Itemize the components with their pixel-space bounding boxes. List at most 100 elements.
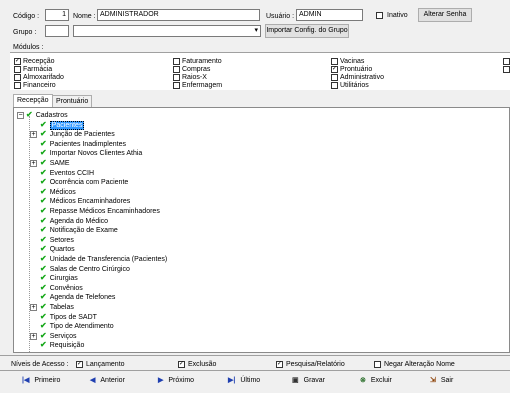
nav-label: Gravar [303,377,326,384]
check-icon: ✔ [40,340,47,350]
usuario-field[interactable]: ADMIN [296,9,363,21]
modulo-checkbox-faturamento[interactable] [173,58,180,65]
tree-item-label: Convênios [49,284,83,292]
nav-label: Excluir [370,377,392,384]
tree-item-label: Ocorrência com Paciente [49,179,129,187]
modulo-checkbox-patr[interactable] [503,58,510,65]
tree-item-label: SAME [49,160,70,167]
nome-field[interactable]: ADMINISTRADOR [97,9,260,21]
modulo-label-enfermagem: Enfermagem [182,82,223,89]
tree-item-label: Requisição [49,342,85,350]
tree-item-repasse-medicos-encaminhadores[interactable]: ✔ Repasse Médicos Encaminhadores [40,206,160,216]
inativo-checkbox[interactable] [376,12,383,19]
sair-button[interactable]: ⇲ Sair [430,375,453,386]
check-icon: ✔ [40,244,47,254]
niveis-acesso-label: Níveis de Acesso : [11,361,69,368]
excluir-button[interactable]: ⊗ Excluir [360,375,392,386]
check-icon: ✔ [40,119,47,129]
tree-item-label: Tipo de Atendimento [49,323,114,331]
acesso-checkbox-exclusao[interactable]: ✓ [178,361,185,368]
modulo-checkbox-financeiro[interactable] [14,82,21,89]
ultimo-button[interactable]: ▶| Último [228,375,260,386]
tree-guide-line [29,116,30,352]
expand-icon[interactable]: + [30,131,37,139]
tree-item-eventos-ccih[interactable]: ✔ Eventos CCIH [40,168,94,178]
tab-recepcao[interactable]: Recepção [13,94,53,108]
check-icon: ✔ [40,263,47,273]
nav-label: Primeiro [34,377,61,384]
modulo-checkbox-farmacia[interactable] [14,66,21,73]
primeiro-button[interactable]: |◀ Primeiro [22,375,60,386]
importar-config-button[interactable]: Importar Config. do Grupo [265,24,349,38]
tree-item-salas-de-centro-cirurgico[interactable]: ✔ Salas de Centro Cirúrgico [40,264,130,274]
tree-item-label: Setores [49,236,74,244]
grupo-code-field[interactable] [45,25,69,37]
tree-item-cadastros[interactable]: − ✔ Cadastros [17,110,68,120]
acesso-label-lancamento: Lançamento [86,361,125,368]
acesso-checkbox-negar-alteracao-nome[interactable] [374,361,381,368]
modulo-checkbox-vacinas[interactable] [331,58,338,65]
modulo-checkbox-raios-x[interactable] [173,74,180,81]
tree-item-servicos[interactable]: + ✔ Serviços [30,331,77,341]
tree-item-label: Pacientes Inadimplentes [49,140,126,148]
check-icon: ✔ [40,292,47,302]
modulo-checkbox-che[interactable] [503,66,510,73]
expand-icon[interactable]: + [30,304,37,311]
modulo-checkbox-utilitarios[interactable] [331,82,338,89]
alterar-senha-button[interactable]: Alterar Senha [418,8,472,22]
modulo-checkbox-administrativo[interactable] [331,74,338,81]
tree-item-juncao-de-pacientes[interactable]: + ✔ Junção de Pacientes [30,129,115,139]
previous-icon: ◀ [90,377,96,384]
check-icon: ✔ [40,196,47,206]
acesso-checkbox-pesquisa-relatorio[interactable]: ✓ [276,361,283,368]
tree-item-tipos-de-sadt[interactable]: ✔ Tipos de SADT [40,312,97,322]
check-icon: ✔ [40,302,47,311]
acesso-label-pesquisa-relatorio: Pesquisa/Relatório [286,361,345,368]
tree-item-requisicao[interactable]: ✔ Requisição [40,340,84,350]
usuario-label: Usuário : [266,13,295,20]
tree-item-unidade-de-transferencia-pacientes[interactable]: ✔ Unidade de Transferencia (Pacientes) [40,254,167,264]
tree-item-label: Médicos Encaminhadores [49,198,131,206]
tree-item-tipo-de-atendimento[interactable]: ✔ Tipo de Atendimento [40,321,114,331]
collapse-icon[interactable]: − [17,112,24,119]
check-icon: ✔ [40,158,47,167]
modulo-checkbox-enfermagem[interactable] [173,82,180,89]
tree-item-same[interactable]: + ✔ SAME [30,158,70,168]
divider [0,355,510,356]
grupo-select[interactable]: ▾ [73,25,261,37]
modulo-checkbox-almoxarifado[interactable] [14,74,21,81]
expand-icon[interactable]: + [30,332,37,340]
expand-icon[interactable]: + [30,160,37,167]
modulo-checkbox-prontuario[interactable]: ✓ [331,66,338,73]
tree-item-setores[interactable]: ✔ Setores [40,235,74,245]
tree-item-convenios[interactable]: ✔ Convênios [40,283,83,293]
tree-item-pacientes-inadimplentes[interactable]: ✔ Pacientes Inadimplentes [40,139,126,149]
codigo-field[interactable]: 1 [45,9,69,21]
tree-item-medicos-encaminhadores[interactable]: ✔ Médicos Encaminhadores [40,196,130,206]
tree-item-medicos[interactable]: ✔ Médicos [40,187,76,197]
modulo-checkbox-recepcao[interactable]: ✓ [14,58,21,65]
grupo-label: Grupo : [13,29,37,36]
tree-item-label: Eventos CCIH [49,169,95,177]
tree-item-agenda-de-telefones[interactable]: ✔ Agenda de Telefones [40,292,115,302]
tree-item-label: Tabelas [49,304,74,311]
acesso-checkbox-lancamento[interactable]: ✓ [76,361,83,368]
tree-item-cirurgias[interactable]: ✔ Cirurgias [40,273,78,283]
modulo-checkbox-compras[interactable] [173,66,180,73]
tree-item-label: Repasse Médicos Encaminhadores [49,208,160,215]
anterior-button[interactable]: ◀ Anterior [90,375,125,386]
modulos-label: Módulos : [13,44,44,51]
tree-item-label: Médicos [49,188,76,196]
tree-item-notificacao-de-exame[interactable]: ✔ Notificação de Exame [40,225,118,235]
tree-item-ocorrencia-com-paciente[interactable]: ✔ Ocorrência com Paciente [40,177,128,187]
tree-item-importar-novos-clientes-athia[interactable]: ✔ Importar Novos Clientes Athia [40,148,142,158]
permissions-tree[interactable]: − ✔ Cadastros ✔ Pacientes + ✔ Junção de Pacient… [13,107,510,353]
tree-item-tabelas[interactable]: + ✔ Tabelas [30,302,74,312]
gravar-button[interactable]: ▣ Gravar [292,375,325,386]
tree-item-quartos[interactable]: ✔ Quartos [40,244,75,254]
inativo-label: Inativo [387,12,408,19]
tree-item-agenda-do-medico[interactable]: ✔ Agenda do Médico [40,216,108,226]
tree-item-pacientes[interactable]: ✔ Pacientes [40,119,85,130]
chevron-down-icon[interactable]: ▾ [254,26,258,36]
proximo-button[interactable]: ▶ Próximo [158,375,194,386]
